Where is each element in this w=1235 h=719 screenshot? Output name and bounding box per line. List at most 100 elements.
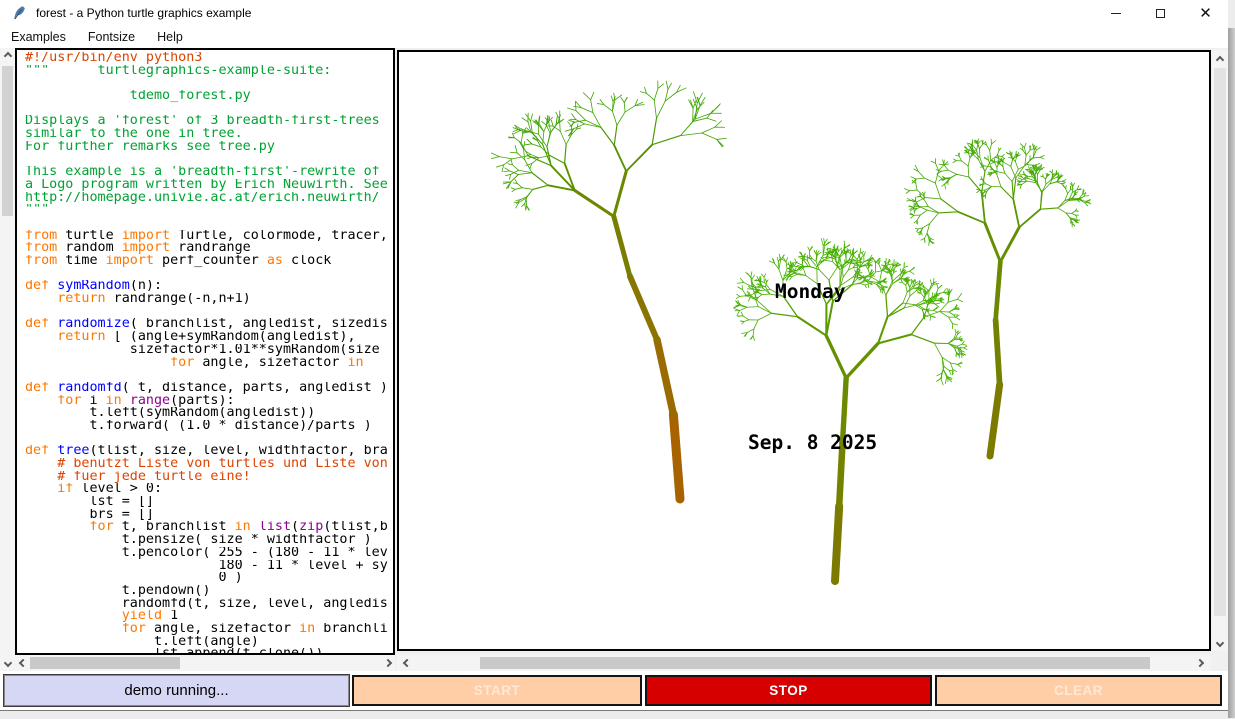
code-line: t.pendown()	[25, 585, 393, 598]
canvas-vertical-scrollbar[interactable]	[1212, 50, 1228, 651]
scroll-down-button[interactable]	[1212, 635, 1228, 651]
scroll-left-button[interactable]	[15, 655, 30, 671]
stop-button[interactable]: STOP	[645, 675, 932, 706]
scrollbar-thumb[interactable]	[2, 66, 13, 216]
code-line: def symRandom(n):	[25, 280, 393, 293]
chevron-left-icon	[403, 659, 411, 667]
code-line: for angle, sizefactor in branchli	[25, 623, 393, 636]
code-line: lst.append(t.clone())	[25, 648, 393, 655]
python-feather-icon	[12, 5, 28, 21]
code-line: # fuer jede turtle eine!	[25, 471, 393, 484]
code-line: if level > 0:	[25, 483, 393, 496]
code-line: # benutzt Liste von turtles und Liste vo…	[25, 458, 393, 471]
status-message: demo running...	[4, 675, 349, 706]
code-line	[25, 103, 393, 116]
code-line	[25, 154, 393, 167]
code-line: def tree(tlist, size, level, widthfactor…	[25, 445, 393, 458]
chevron-up-icon	[3, 52, 11, 60]
code-line: from time import perf_counter as clock	[25, 255, 393, 268]
scroll-left-button[interactable]	[399, 655, 415, 671]
code-line: from turtle import Turtle, colormode, tr…	[25, 230, 393, 243]
forest-drawing: Monday Sep. 8 2025	[399, 52, 1209, 649]
code-line: for t, branchlist in list(zip(tlist,b	[25, 521, 393, 534]
code-line	[25, 77, 393, 90]
code-line: return [ (angle+symRandom(angledist),	[25, 331, 393, 344]
code-horizontal-scrollbar[interactable]	[15, 655, 395, 671]
code-line: yield 1	[25, 610, 393, 623]
code-vertical-scrollbar[interactable]	[0, 48, 15, 655]
code-line: for i in range(parts):	[25, 395, 393, 408]
code-line: tdemo_forest.py	[25, 90, 393, 103]
window-shadow	[1228, 28, 1235, 718]
minimize-icon	[1111, 13, 1121, 14]
chevron-right-icon	[1196, 659, 1204, 667]
main-area: #!/usr/bin/env python3""" turtlegraphics…	[0, 48, 1228, 671]
code-line: For further remarks see tree.py	[25, 141, 393, 154]
code-line: t.left(symRandom(angledist))	[25, 407, 393, 420]
code-line: for angle, sizefactor in	[25, 357, 393, 370]
status-bar: demo running... START STOP CLEAR	[0, 671, 1228, 710]
scrollbar-thumb[interactable]	[480, 657, 1150, 669]
code-line: similar to the one in tree.	[25, 128, 393, 141]
code-line: def randomize( branchlist, angledist, si…	[25, 318, 393, 331]
menu-examples[interactable]: Examples	[0, 26, 77, 48]
chevron-down-icon	[3, 659, 11, 667]
maximize-button[interactable]	[1138, 0, 1183, 26]
scroll-right-button[interactable]	[1192, 655, 1208, 671]
code-line: sizefactor*1.01**symRandom(size	[25, 344, 393, 357]
code-line: t.forward( (1.0 * distance)/parts )	[25, 420, 393, 433]
chevron-right-icon	[383, 659, 391, 667]
clear-button[interactable]: CLEAR	[935, 675, 1222, 706]
scrollbar-thumb[interactable]	[30, 657, 180, 669]
code-line	[25, 369, 393, 382]
code-line: lst = []	[25, 496, 393, 509]
chevron-up-icon	[1216, 56, 1224, 64]
code-line: #!/usr/bin/env python3	[25, 52, 393, 65]
code-line: t.pensize( size * widthfactor )	[25, 534, 393, 547]
scroll-right-button[interactable]	[380, 655, 395, 671]
code-line	[25, 217, 393, 230]
code-line: """ turtlegraphics-example-suite:	[25, 65, 393, 78]
code-text: #!/usr/bin/env python3""" turtlegraphics…	[25, 52, 393, 655]
window-title: forest - a Python turtle graphics exampl…	[36, 6, 251, 20]
code-line: a Logo program written by Erich Neuwirth…	[25, 179, 393, 192]
code-line: return randrange(-n,n+1)	[25, 293, 393, 306]
code-line	[25, 306, 393, 319]
scroll-up-button[interactable]	[1212, 52, 1228, 68]
code-line: Displays a 'forest' of 3 breadth-first-t…	[25, 115, 393, 128]
code-line: http://homepage.univie.ac.at/erich.neuwi…	[25, 192, 393, 205]
canvas-label: Monday	[775, 280, 846, 303]
code-line: def randomfd( t, distance, parts, angled…	[25, 382, 393, 395]
menu-bar: Examples Fontsize Help	[0, 26, 1228, 48]
title-bar: forest - a Python turtle graphics exampl…	[0, 0, 1228, 26]
scrollbar-thumb[interactable]	[1214, 68, 1226, 616]
menu-fontsize[interactable]: Fontsize	[77, 26, 146, 48]
minimize-button[interactable]	[1093, 0, 1138, 26]
chevron-down-icon	[1216, 639, 1224, 647]
code-line: t.left(angle)	[25, 636, 393, 649]
scroll-down-button[interactable]	[0, 655, 15, 671]
maximize-icon	[1156, 9, 1165, 18]
close-icon: ✕	[1199, 6, 1212, 21]
menu-help[interactable]: Help	[146, 26, 194, 48]
code-line	[25, 433, 393, 446]
code-line	[25, 268, 393, 281]
code-line: brs = []	[25, 509, 393, 522]
code-line: """	[25, 204, 393, 217]
code-line: from random import randrange	[25, 242, 393, 255]
canvas-horizontal-scrollbar[interactable]	[397, 655, 1211, 671]
close-button[interactable]: ✕	[1183, 0, 1228, 26]
code-line: This example is a 'breadth-first'-rewrit…	[25, 166, 393, 179]
app-window: forest - a Python turtle graphics exampl…	[0, 0, 1228, 711]
scroll-up-button[interactable]	[0, 48, 15, 64]
chevron-left-icon	[18, 659, 26, 667]
scrollbar-corner	[1212, 655, 1228, 671]
start-button[interactable]: START	[352, 675, 642, 706]
code-line: 0 )	[25, 572, 393, 585]
code-line: 180 - 11 * level + sy	[25, 560, 393, 573]
code-editor[interactable]: #!/usr/bin/env python3""" turtlegraphics…	[15, 48, 395, 655]
canvas-label: Sep. 8 2025	[748, 431, 877, 454]
code-line: t.pencolor( 255 - (180 - 11 * lev	[25, 547, 393, 560]
turtle-canvas: Monday Sep. 8 2025	[397, 50, 1211, 651]
code-line: randomfd(t, size, level, angledis	[25, 598, 393, 611]
